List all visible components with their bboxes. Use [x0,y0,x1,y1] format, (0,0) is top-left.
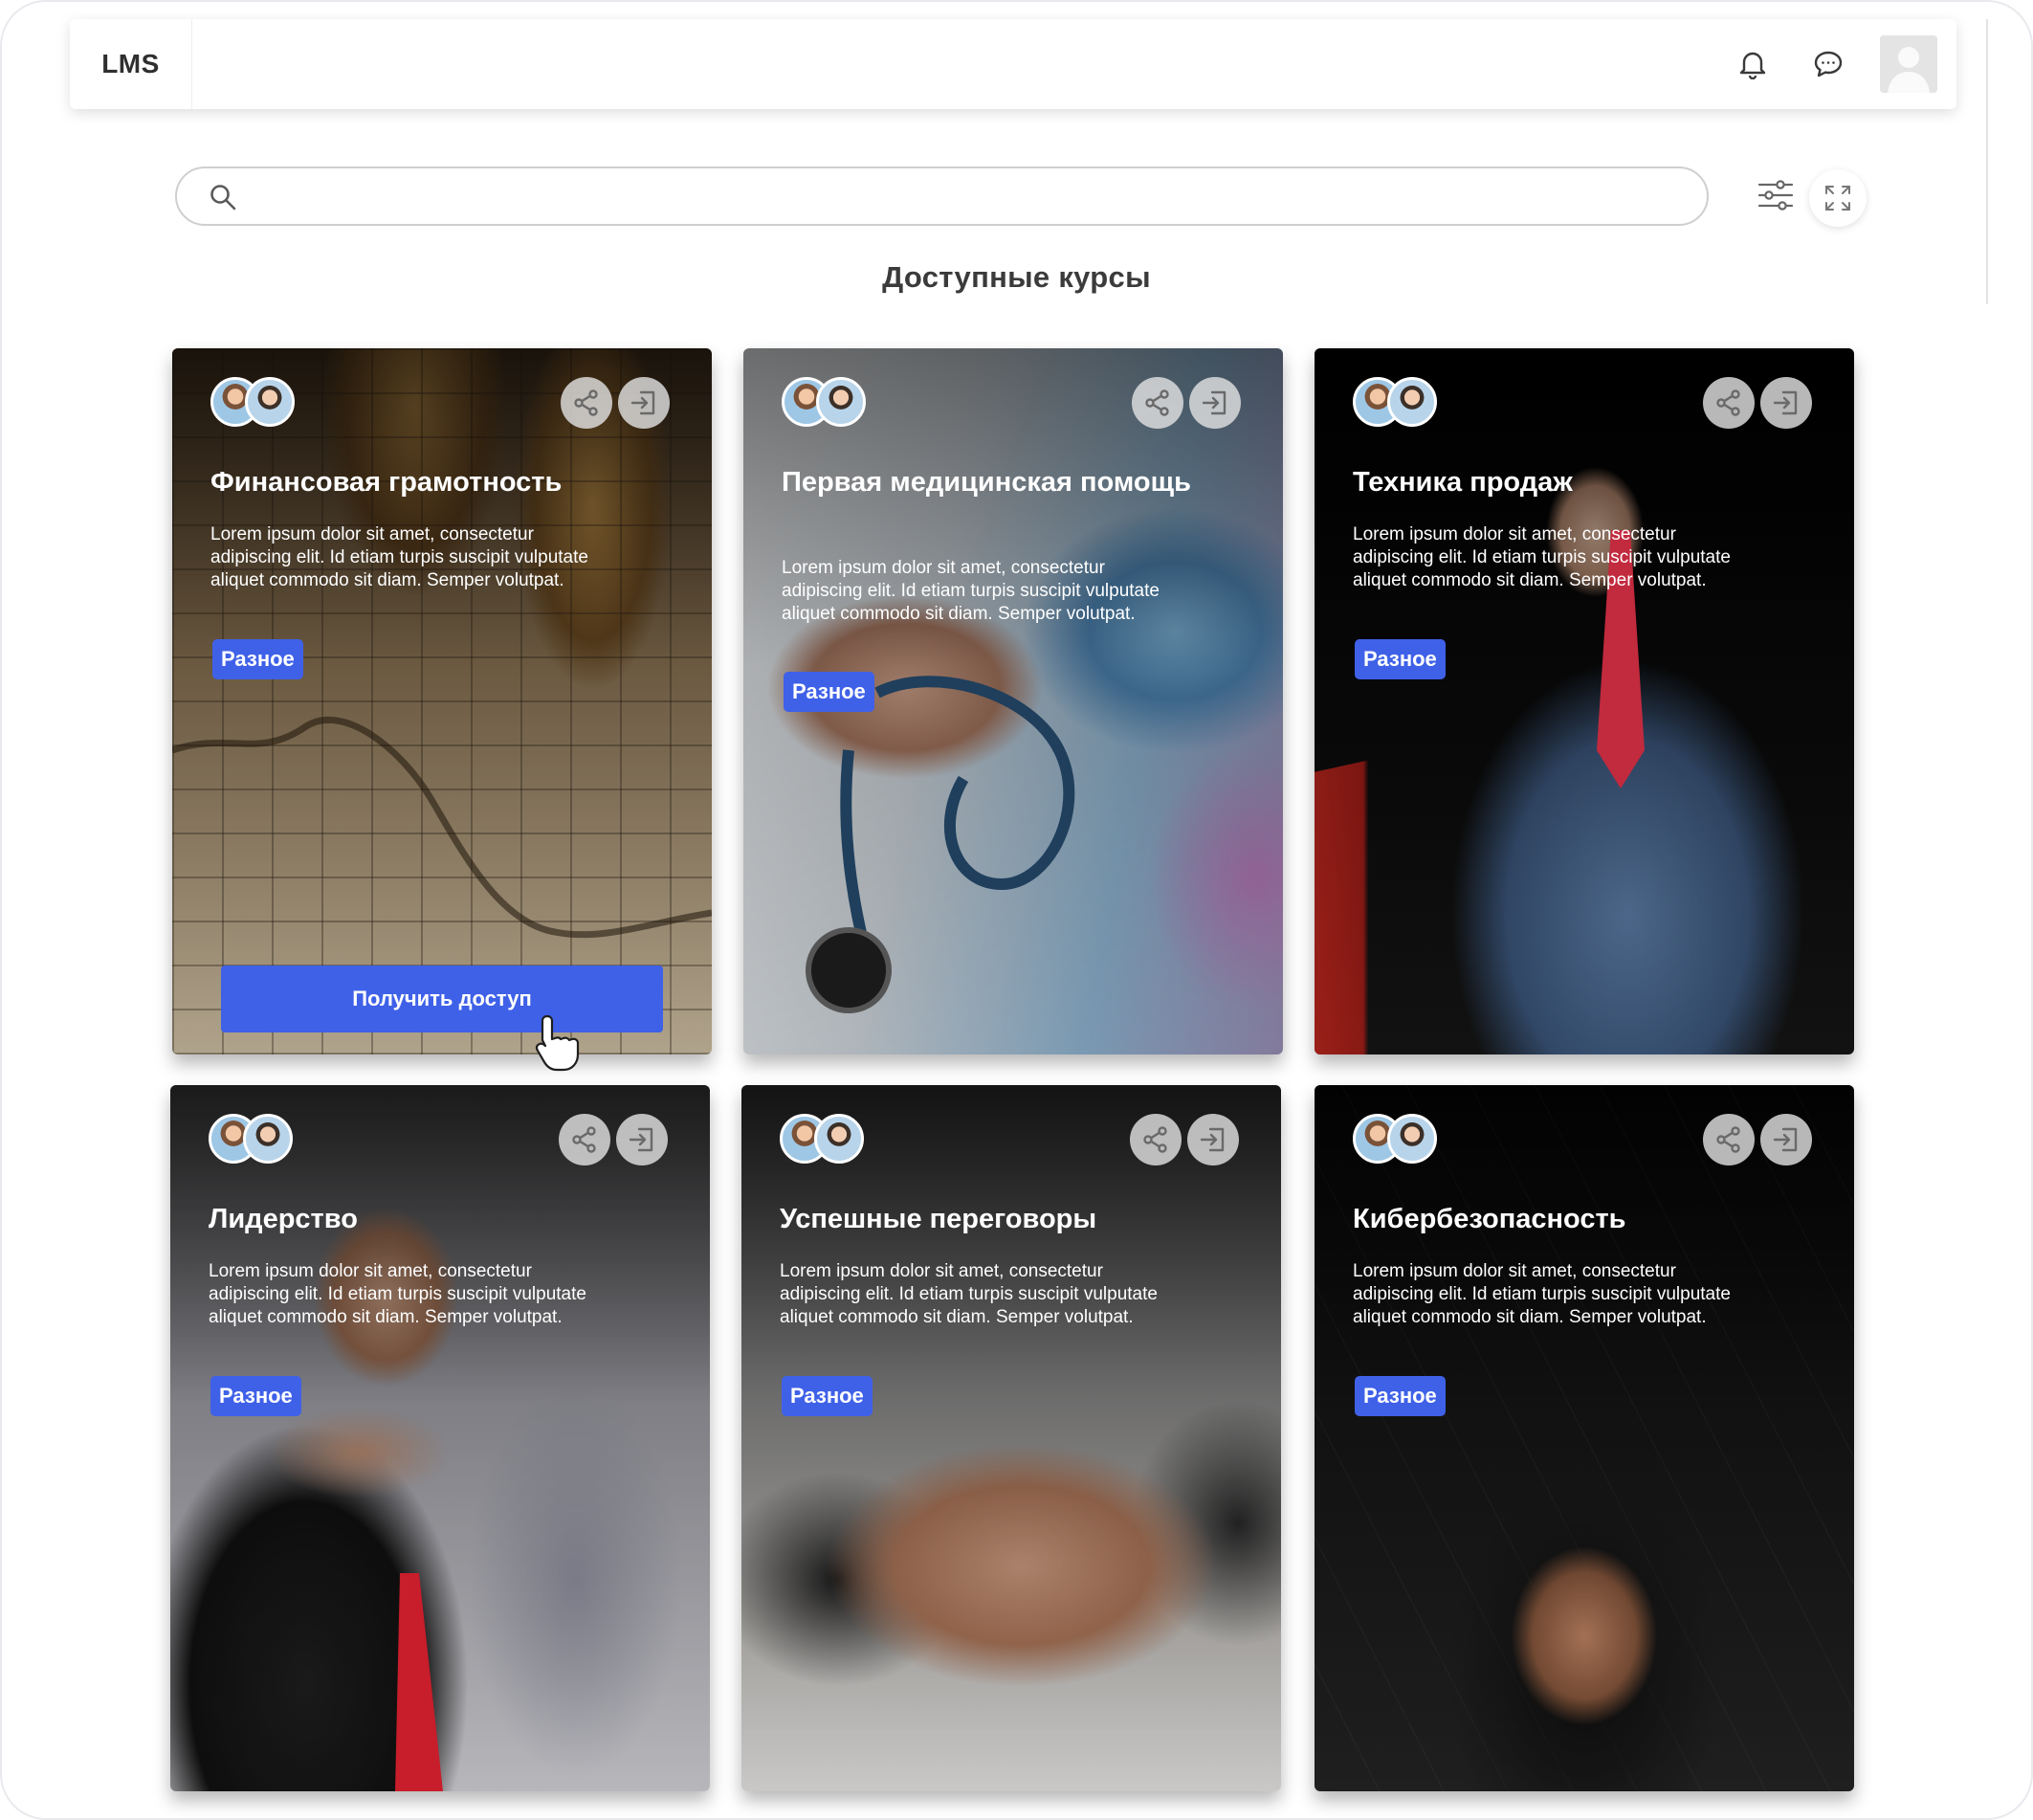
author-avatar [816,377,866,427]
course-description: Lorem ipsum dolor sit amet, consectetur … [210,524,588,590]
course-description: Lorem ipsum dolor sit amet, consectetur … [780,1261,1158,1327]
course-authors [1353,1114,1439,1167]
course-card[interactable]: Успешные переговоры Lorem ipsum dolor si… [741,1085,1281,1791]
course-title: Первая медицинская помощь [782,467,1191,498]
enroll-button[interactable] [616,1114,668,1165]
author-avatar [243,1114,293,1164]
category-tag[interactable]: Разное [212,639,303,679]
filter-settings-button[interactable] [1755,174,1797,216]
search-input[interactable] [244,176,1679,218]
share-button[interactable] [1703,1114,1755,1165]
course-authors [210,377,297,431]
login-icon [1773,390,1798,415]
chart-line-decoration [172,717,712,939]
category-tag[interactable]: Разное [1355,1376,1446,1416]
category-tag[interactable]: Разное [210,1376,301,1416]
share-button[interactable] [1703,377,1755,429]
course-title: Успешные переговоры [780,1204,1097,1234]
enroll-button[interactable] [618,377,670,429]
course-authors [782,377,868,431]
hand-cursor-icon [535,1014,580,1072]
course-authors [1353,377,1439,431]
category-tag[interactable]: Разное [1355,639,1446,679]
author-avatar [814,1114,864,1164]
share-icon [1716,1126,1740,1153]
course-description: Lorem ipsum dolor sit amet, consectetur … [1353,1261,1731,1327]
course-title: Лидерство [209,1204,358,1234]
course-description: Lorem ipsum dolor sit amet, consectetur … [1353,524,1731,590]
course-description: Lorem ipsum dolor sit amet, consectetur … [782,558,1160,624]
enroll-button[interactable] [1189,377,1241,429]
page-title: Доступные курсы [882,260,1151,294]
login-icon [630,390,655,415]
enroll-button[interactable] [1760,1114,1812,1165]
course-card[interactable]: Кибербезопасность Lorem ipsum dolor sit … [1315,1085,1854,1791]
enroll-button[interactable] [1760,377,1812,429]
share-icon [574,389,598,416]
course-title: Кибербезопасность [1353,1204,1626,1234]
share-icon [1716,389,1740,416]
top-header: LMS [70,19,1956,109]
author-avatar [245,377,295,427]
expand-icon [1825,186,1850,211]
course-title: Техника продаж [1353,467,1573,498]
course-card[interactable]: Лидерство Lorem ipsum dolor sit amet, co… [170,1085,710,1791]
course-card[interactable]: Финансовая грамотность Lorem ipsum dolor… [172,348,712,1054]
share-icon [1143,1126,1167,1153]
author-avatar [1387,1114,1437,1164]
get-access-button[interactable]: Получить доступ [221,965,663,1032]
share-button[interactable] [1132,377,1183,429]
course-authors [209,1114,295,1167]
app-logo[interactable]: LMS [70,19,192,109]
login-icon [1200,1127,1225,1152]
share-button[interactable] [559,1114,610,1165]
login-icon [1773,1127,1798,1152]
author-avatar [1387,377,1437,427]
search-icon [209,183,237,216]
sliders-icon [1757,180,1794,211]
course-description: Lorem ipsum dolor sit amet, consectetur … [209,1261,586,1327]
share-icon [572,1126,596,1153]
search-bar[interactable] [175,166,1709,226]
share-icon [1145,389,1169,416]
share-button[interactable] [561,377,612,429]
user-avatar[interactable] [1880,35,1937,93]
share-button[interactable] [1130,1114,1182,1165]
enroll-button[interactable] [1187,1114,1239,1165]
course-title: Финансовая грамотность [210,467,563,498]
fullscreen-button[interactable] [1809,169,1867,227]
course-authors [780,1114,866,1167]
red-tie-decoration [395,1573,443,1791]
bell-icon[interactable] [1734,45,1772,83]
login-icon [629,1127,653,1152]
tie-decoration [1597,530,1645,788]
login-icon [1202,390,1226,415]
category-tag[interactable]: Разное [782,1376,873,1416]
category-tag[interactable]: Разное [784,672,874,712]
chat-icon[interactable] [1809,45,1847,83]
course-card[interactable]: Первая медицинская помощь Lorem ipsum do… [743,348,1283,1054]
course-card[interactable]: Техника продаж Lorem ipsum dolor sit ame… [1315,348,1854,1054]
